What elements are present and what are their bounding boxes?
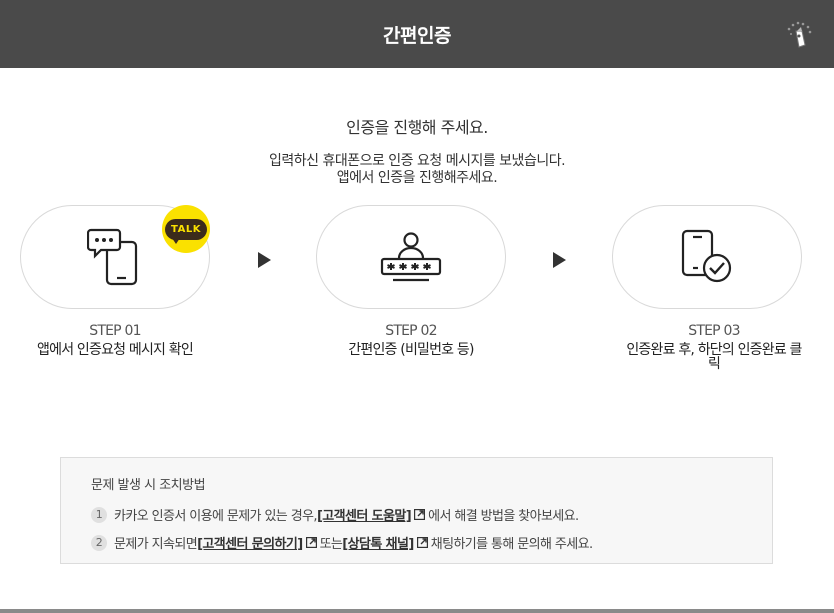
- external-link-icon: [305, 537, 317, 548]
- help-item-1: 1 카카오 인증서 이용에 문제가 있는 경우, [고객센터 도움말] 에서 해…: [91, 505, 772, 524]
- intro-line-1: 입력하신 휴대폰으로 인증 요청 메시지를 보냈습니다.: [268, 153, 566, 169]
- arrow-right-icon: [258, 252, 271, 268]
- step-3-circle: [612, 205, 802, 309]
- number-badge: 1: [91, 506, 107, 523]
- number-badge: 2: [91, 534, 107, 551]
- wand-stars-icon: [782, 18, 816, 52]
- phone-chat-icon: [87, 228, 138, 286]
- chat-channel-link[interactable]: [상담톡 채널]: [342, 533, 414, 552]
- step-3-desc-line-2: 릭: [707, 356, 721, 372]
- step-2-label: STEP 02: [385, 323, 437, 339]
- step-2-text: STEP 02 간편인증 (비밀번호 등): [296, 322, 526, 357]
- step-1-desc: 앱에서 인증요청 메시지 확인: [37, 342, 194, 358]
- help-box: 문제 발생 시 조치방법 1 카카오 인증서 이용에 문제가 있는 경우, [고…: [60, 457, 773, 564]
- step-3-label: STEP 03: [688, 323, 740, 339]
- help-item-1-suffix: 에서 해결 방법을 찾아보세요.: [428, 509, 579, 524]
- header-bar: 간편인증: [0, 0, 834, 68]
- help-center-guide-link[interactable]: [고객센터 도움말]: [317, 505, 412, 524]
- help-item-2-middle: 또는: [319, 537, 343, 552]
- talk-bubble-icon: TALK: [165, 218, 207, 244]
- step-3-text: STEP 03 인증완료 후, 하단의 인증완료 클 릭: [599, 322, 829, 371]
- external-link-icon: [416, 537, 428, 548]
- step-1-text: STEP 01 앱에서 인증요청 메시지 확인: [0, 322, 230, 357]
- phone-check-icon: [681, 229, 732, 283]
- help-item-2-suffix: 채팅하기를 통해 문의해 주세요.: [430, 537, 593, 552]
- intro-description: 입력하신 휴대폰으로 인증 요청 메시지를 보냈습니다. 앱에서 인증을 진행해…: [0, 153, 834, 187]
- intro-title: 인증을 진행해 주세요.: [346, 118, 488, 137]
- intro-section: 인증을 진행해 주세요. 입력하신 휴대폰으로 인증 요청 메시지를 보냈습니다…: [0, 114, 834, 187]
- step-2-desc: 간편인증 (비밀번호 등): [348, 342, 474, 358]
- help-title: 문제 발생 시 조치방법: [91, 478, 206, 493]
- help-item-1-prefix: 카카오 인증서 이용에 문제가 있는 경우,: [114, 509, 318, 524]
- help-item-2-prefix: 문제가 지속되면: [114, 537, 198, 552]
- user-password-icon: [380, 232, 442, 282]
- kakaotalk-badge: TALK: [162, 205, 210, 253]
- help-item-2: 2 문제가 지속되면 [고객센터 문의하기] 또는 [상담톡 채널] 채팅하기를…: [91, 533, 772, 552]
- contact-support-link[interactable]: [고객센터 문의하기]: [197, 533, 303, 552]
- intro-line-2: 앱에서 인증을 진행해주세요.: [336, 170, 498, 186]
- arrow-right-icon: [553, 252, 566, 268]
- step-1-label: STEP 01: [89, 323, 141, 339]
- step-2-circle: [316, 205, 506, 309]
- page-title: 간편인증: [383, 24, 451, 47]
- bottom-divider: [0, 609, 834, 613]
- external-link-icon: [414, 509, 426, 520]
- step-3-desc: 인증완료 후, 하단의 인증완료 클 릭: [599, 343, 829, 371]
- step-3-desc-line-1: 인증완료 후, 하단의 인증완료 클: [626, 342, 802, 358]
